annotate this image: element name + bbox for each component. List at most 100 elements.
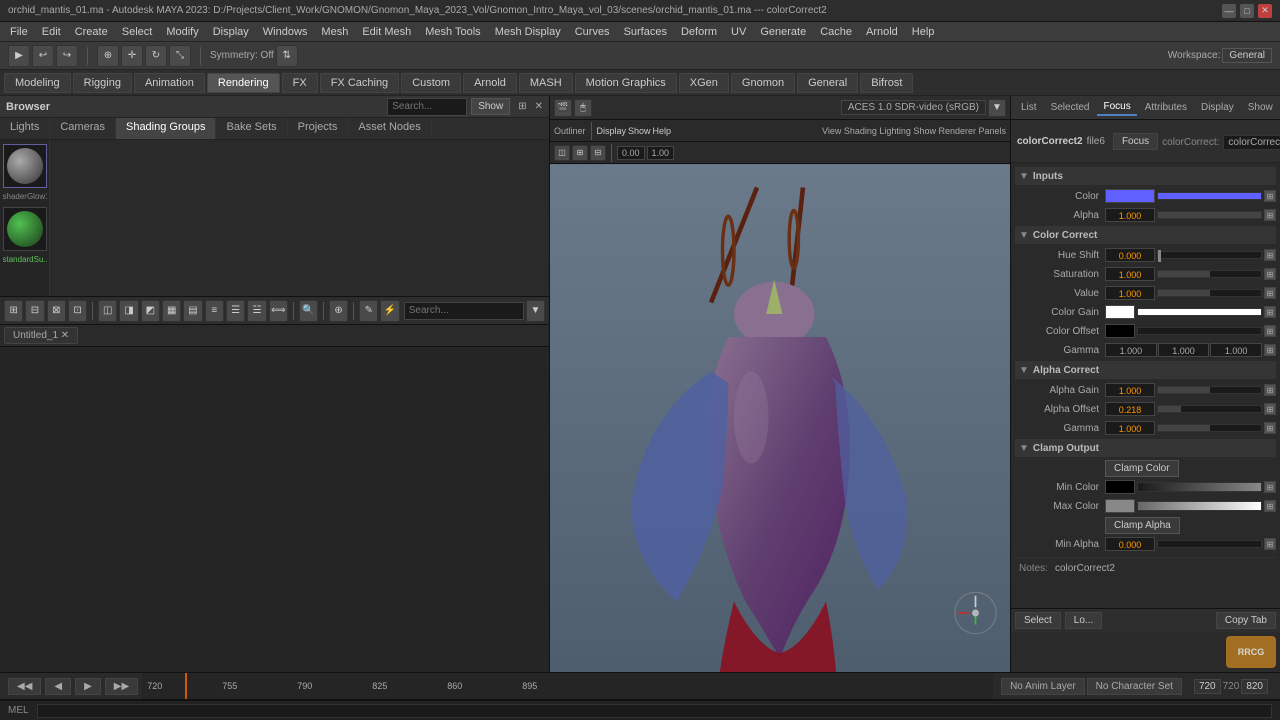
menu-deform[interactable]: Deform — [675, 24, 723, 40]
close-button[interactable]: ✕ — [1258, 4, 1272, 18]
scale-tool[interactable]: ⤡ — [169, 45, 191, 67]
menu-mesh-display[interactable]: Mesh Display — [489, 24, 567, 40]
browser-close-btn[interactable]: ✕ — [535, 101, 543, 112]
node-tb-15[interactable]: ⊕ — [329, 300, 348, 322]
color-gain-slider[interactable] — [1137, 308, 1262, 316]
menu-generate[interactable]: Generate — [754, 24, 812, 40]
alpha-offset-slider[interactable] — [1157, 405, 1262, 413]
renderer-label[interactable]: ACES 1.0 SDR-video (sRGB) — [841, 100, 986, 115]
max-color-btn[interactable]: ⊞ — [1264, 500, 1276, 512]
node-search-input[interactable] — [404, 302, 524, 320]
alpha-offset-btn[interactable]: ⊞ — [1264, 403, 1276, 415]
attr-section-ac-header[interactable]: ▼ Alpha Correct — [1015, 361, 1276, 379]
menu-edit-mesh[interactable]: Edit Mesh — [356, 24, 417, 40]
node-tb-5[interactable]: ◫ — [98, 300, 117, 322]
vp-panel-show[interactable]: Show — [628, 126, 651, 136]
mode-tab-gnomon[interactable]: Gnomon — [731, 73, 795, 93]
gamma-g-field[interactable]: 1.000 — [1158, 343, 1210, 357]
menu-mesh-tools[interactable]: Mesh Tools — [419, 24, 486, 40]
viewport[interactable]: 🎬 🖱 ACES 1.0 SDR-video (sRGB) ▼ Outliner… — [550, 96, 1010, 672]
menu-edit[interactable]: Edit — [36, 24, 67, 40]
copy-tab-btn[interactable]: Copy Tab — [1216, 612, 1276, 629]
menu-file[interactable]: File — [4, 24, 34, 40]
attr-tab-list[interactable]: List — [1015, 100, 1043, 115]
vp-renderer-expand[interactable]: ▼ — [988, 99, 1006, 117]
vp-frm-2[interactable]: ⊞ — [572, 145, 588, 161]
min-color-swatch[interactable] — [1105, 480, 1135, 494]
color-gain-swatch[interactable] — [1105, 305, 1135, 319]
select-tool[interactable]: ⊕ — [97, 45, 119, 67]
tl-current-frame[interactable]: 720 — [1194, 679, 1221, 694]
min-color-btn[interactable]: ⊞ — [1264, 481, 1276, 493]
browser-search-input[interactable] — [387, 98, 467, 116]
mode-tab-general[interactable]: General — [797, 73, 858, 93]
attr-tab-selected[interactable]: Selected — [1045, 100, 1096, 115]
node-tb-4[interactable]: ⊡ — [68, 300, 87, 322]
hue-btn[interactable]: ⊞ — [1264, 249, 1276, 261]
alpha-gain-slider[interactable] — [1157, 386, 1262, 394]
sat-btn[interactable]: ⊞ — [1264, 268, 1276, 280]
anim-layer-btn[interactable]: No Anim Layer — [1001, 678, 1085, 695]
node-tb-options[interactable]: ▼ — [526, 300, 545, 322]
menu-mesh[interactable]: Mesh — [315, 24, 354, 40]
node-tb-6[interactable]: ◨ — [119, 300, 138, 322]
attr-tab-show[interactable]: Show — [1242, 100, 1279, 115]
alpha-slider[interactable] — [1157, 211, 1262, 219]
node-tb-7[interactable]: ◩ — [141, 300, 160, 322]
clamp-color-button[interactable]: Clamp Color — [1105, 460, 1179, 477]
select-btn[interactable]: Select — [1015, 612, 1061, 629]
menu-curves[interactable]: Curves — [569, 24, 616, 40]
attr-cc-value[interactable]: colorCorrect2 — [1223, 135, 1280, 150]
menu-arnold[interactable]: Arnold — [860, 24, 904, 40]
attr-section-cc-header[interactable]: ▼ Color Correct — [1015, 226, 1276, 244]
tl-end-frame[interactable]: 820 — [1241, 679, 1268, 694]
menu-windows[interactable]: Windows — [257, 24, 314, 40]
timeline-ruler[interactable]: 720 755 790 825 860 895 — [142, 673, 993, 699]
lo-btn[interactable]: Lo... — [1065, 612, 1102, 629]
gamma-btn[interactable]: ⊞ — [1264, 344, 1276, 356]
max-color-swatch[interactable] — [1105, 499, 1135, 513]
node-tb-1[interactable]: ⊞ — [4, 300, 23, 322]
color-offset-swatch[interactable] — [1105, 324, 1135, 338]
move-tool[interactable]: ✛ — [121, 45, 143, 67]
mel-input[interactable] — [37, 704, 1272, 718]
node-tb-10[interactable]: ≡ — [205, 300, 224, 322]
timeline-prev-btn[interactable]: ◀ — [45, 678, 71, 695]
min-alpha-slider[interactable] — [1157, 540, 1262, 548]
vp-tb-1[interactable]: 🎬 — [554, 99, 572, 117]
node-tb-14[interactable]: 🔍 — [299, 300, 318, 322]
ac-gamma-field[interactable]: 1.000 — [1105, 421, 1155, 435]
gamma-r-field[interactable]: 1.000 — [1105, 343, 1157, 357]
alpha-gain-field[interactable]: 1.000 — [1105, 383, 1155, 397]
menu-modify[interactable]: Modify — [160, 24, 204, 40]
ac-gamma-slider[interactable] — [1157, 424, 1262, 432]
mode-tab-bifrost[interactable]: Bifrost — [860, 73, 913, 93]
color-gain-btn[interactable]: ⊞ — [1264, 306, 1276, 318]
node-tab-untitled[interactable]: Untitled_1 ✕ — [4, 327, 78, 344]
mode-tab-motion-graphics[interactable]: Motion Graphics — [575, 73, 677, 93]
mode-tab-rigging[interactable]: Rigging — [73, 73, 132, 93]
gamma-b-field[interactable]: 1.000 — [1210, 343, 1262, 357]
node-tb-2[interactable]: ⊟ — [25, 300, 44, 322]
mode-tab-modeling[interactable]: Modeling — [4, 73, 71, 93]
browser-tab-projects[interactable]: Projects — [288, 118, 349, 139]
node-tb-16[interactable]: ✎ — [359, 300, 378, 322]
rotate-tool[interactable]: ↻ — [145, 45, 167, 67]
sat-field[interactable]: 1.000 — [1105, 267, 1155, 281]
mode-tab-xgen[interactable]: XGen — [679, 73, 729, 93]
browser-show-button[interactable]: Show — [471, 98, 510, 115]
val-btn[interactable]: ⊞ — [1264, 287, 1276, 299]
char-btn[interactable]: No Character Set — [1087, 678, 1182, 695]
attr-tab-focus[interactable]: Focus — [1097, 99, 1136, 116]
color-offset-slider[interactable] — [1137, 327, 1262, 335]
toolbar-btn-2[interactable]: ↩ — [32, 45, 54, 67]
browser-tab-assets[interactable]: Asset Nodes — [348, 118, 431, 139]
node-tb-11[interactable]: ☰ — [226, 300, 245, 322]
menu-cache[interactable]: Cache — [814, 24, 858, 40]
alpha-offset-field[interactable]: 0.218 — [1105, 402, 1155, 416]
max-color-bar[interactable] — [1137, 501, 1262, 511]
node-tb-8[interactable]: ▦ — [162, 300, 181, 322]
browser-tab-shading[interactable]: Shading Groups — [116, 118, 217, 139]
menu-select[interactable]: Select — [116, 24, 159, 40]
alpha-expand-btn[interactable]: ⊞ — [1264, 209, 1276, 221]
